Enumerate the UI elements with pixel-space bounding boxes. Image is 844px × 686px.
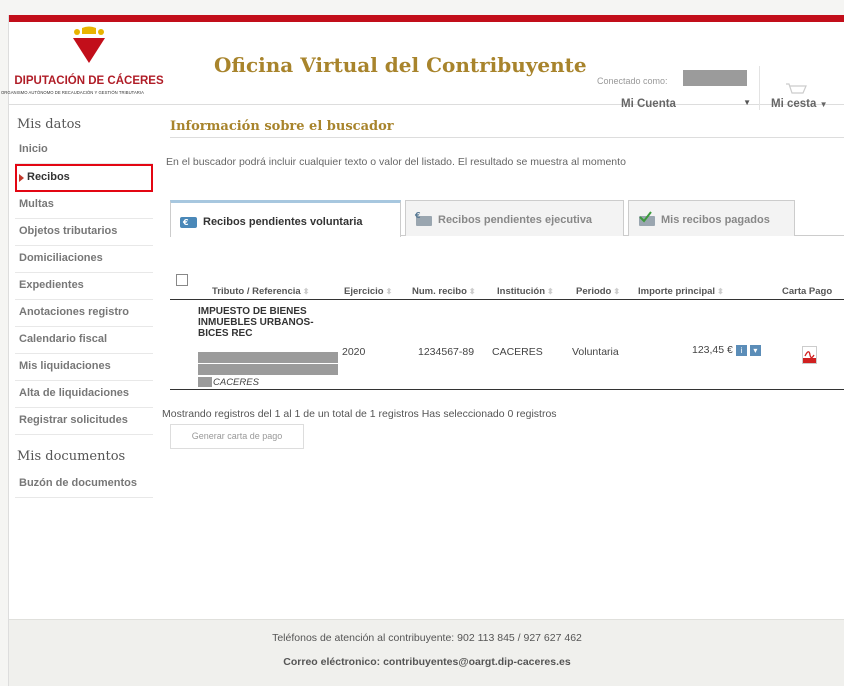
footer-email: Correo eléctronico: contribuyentes@oargt… bbox=[283, 656, 571, 668]
header: DIPUTACIÓN DE CÁCERES ORGANISMO AUTÓNOMO… bbox=[1, 22, 844, 110]
row-importe: 123,45 € i ▾ bbox=[692, 344, 761, 356]
site-title: Oficina Virtual del Contribuyente bbox=[214, 53, 587, 77]
table-row[interactable]: IMPUESTO DE BIENES INMUEBLES URBANOS-BIC… bbox=[170, 300, 844, 390]
tab-label: Recibos pendientes ejecutiva bbox=[438, 214, 593, 226]
receipts-icon: € bbox=[180, 217, 197, 228]
tab-pendientes-ejecutiva[interactable]: € Recibos pendientes ejecutiva bbox=[405, 200, 624, 236]
tab-recibos-pagados[interactable]: Mis recibos pagados bbox=[628, 200, 795, 236]
sidebar-item-recibos[interactable]: Recibos bbox=[15, 164, 153, 192]
column-carta-pago: Carta Pago bbox=[782, 286, 833, 297]
footer: Teléfonos de atención al contribuyente: … bbox=[9, 619, 844, 686]
sidebar-item-anotaciones-registro[interactable]: Anotaciones registro bbox=[15, 300, 153, 327]
sort-icon: ⬍ bbox=[717, 287, 724, 296]
org-name: DIPUTACIÓN DE CÁCERES bbox=[14, 75, 164, 87]
chevron-down-icon: ▼ bbox=[743, 98, 751, 107]
table-header: Tributo / Referencia ⬍ Ejercicio ⬍ Num. re… bbox=[170, 270, 844, 300]
sidebar-item-expedientes[interactable]: Expedientes bbox=[15, 273, 153, 300]
cart-icon[interactable] bbox=[785, 83, 807, 97]
redacted-reference bbox=[198, 377, 212, 387]
row-num-recibo: 1234567-89 bbox=[418, 346, 475, 358]
select-all-checkbox[interactable] bbox=[176, 274, 188, 286]
sidebar-item-buzon-documentos[interactable]: Buzón de documentos bbox=[15, 471, 153, 498]
sort-icon: ⬍ bbox=[547, 287, 554, 296]
chevron-down-icon: ▼ bbox=[819, 100, 828, 109]
header-divider bbox=[759, 66, 760, 110]
redacted-reference bbox=[198, 364, 338, 375]
column-periodo[interactable]: Periodo ⬍ bbox=[576, 286, 620, 297]
cart-label: Mi cesta bbox=[771, 98, 817, 110]
svg-text:€: € bbox=[414, 211, 421, 220]
sidebar: Mis datos Inicio Recibos Multas Objetos … bbox=[15, 115, 153, 498]
tab-label: Mis recibos pagados bbox=[661, 214, 770, 226]
generate-letter-button[interactable]: Generar carta de pago bbox=[170, 424, 304, 449]
receipts-icon: € bbox=[414, 211, 432, 226]
column-importe[interactable]: Importe principal ⬍ bbox=[638, 286, 724, 297]
sidebar-heading-mis-documentos: Mis documentos bbox=[17, 449, 126, 464]
sidebar-item-domiciliaciones[interactable]: Domiciliaciones bbox=[15, 246, 153, 273]
pdf-icon[interactable] bbox=[802, 346, 817, 364]
svg-text:€: € bbox=[182, 218, 189, 227]
detail-icon[interactable]: ▾ bbox=[749, 344, 761, 356]
footer-phones: Teléfonos de atención al contribuyente: … bbox=[272, 632, 582, 644]
column-institucion[interactable]: Institución ⬍ bbox=[497, 286, 554, 297]
info-title: Información sobre el buscador bbox=[170, 119, 394, 134]
sidebar-item-registrar-solicitudes[interactable]: Registrar solicitudes bbox=[15, 408, 153, 435]
redacted-username bbox=[683, 70, 747, 86]
cart-menu[interactable]: Mi cesta ▼ bbox=[771, 98, 828, 110]
sidebar-item-mis-liquidaciones[interactable]: Mis liquidaciones bbox=[15, 354, 153, 381]
top-red-bar bbox=[9, 15, 844, 22]
sort-icon: ⬍ bbox=[302, 287, 310, 296]
tab-label: Recibos pendientes voluntaria bbox=[203, 216, 363, 228]
sidebar-item-alta-liquidaciones[interactable]: Alta de liquidaciones bbox=[15, 381, 153, 408]
paid-receipts-icon bbox=[639, 211, 655, 226]
row-ejercicio: 2020 bbox=[342, 346, 366, 358]
diputacion-logo-icon bbox=[73, 26, 105, 63]
records-info: Mostrando registros del 1 al 1 de un tot… bbox=[162, 408, 557, 420]
sidebar-item-inicio[interactable]: Inicio bbox=[15, 137, 153, 164]
account-menu[interactable]: Mi Cuenta ▼ bbox=[621, 98, 751, 110]
row-tributo: IMPUESTO DE BIENES INMUEBLES URBANOS-BIC… bbox=[198, 306, 314, 339]
importe-value: 123,45 € bbox=[692, 344, 733, 356]
row-institucion: CACERES bbox=[492, 346, 543, 358]
org-subtitle: ORGANISMO AUTÓNOMO DE RECAUDACIÓN Y GEST… bbox=[1, 90, 144, 95]
tab-pendientes-voluntaria[interactable]: € Recibos pendientes voluntaria bbox=[170, 200, 401, 237]
column-num-recibo[interactable]: Num. recibo ⬍ bbox=[412, 286, 476, 297]
sidebar-heading-mis-datos: Mis datos bbox=[17, 117, 82, 132]
receipt-tabs: € Recibos pendientes voluntaria € Recibo… bbox=[170, 200, 844, 237]
row-periodo: Voluntaria bbox=[572, 346, 619, 358]
info-icon[interactable]: i bbox=[735, 344, 747, 356]
account-label: Mi Cuenta bbox=[621, 98, 676, 110]
redacted-reference bbox=[198, 352, 338, 363]
sort-icon: ⬍ bbox=[385, 287, 393, 296]
row-city: CACERES bbox=[213, 377, 259, 388]
info-text: En el buscador podrá incluir cualquier t… bbox=[166, 156, 626, 168]
sidebar-item-multas[interactable]: Multas bbox=[15, 192, 153, 219]
sort-icon: ⬍ bbox=[468, 287, 476, 296]
page: DIPUTACIÓN DE CÁCERES ORGANISMO AUTÓNOMO… bbox=[1, 15, 844, 686]
column-ejercicio[interactable]: Ejercicio ⬍ bbox=[344, 286, 392, 297]
sidebar-item-calendario-fiscal[interactable]: Calendario fiscal bbox=[15, 327, 153, 354]
column-tributo[interactable]: Tributo / Referencia ⬍ bbox=[212, 286, 309, 297]
sidebar-item-objetos-tributarios[interactable]: Objetos tributarios bbox=[15, 219, 153, 246]
title-divider bbox=[170, 137, 844, 138]
connected-label: Conectado como: bbox=[597, 76, 668, 86]
sort-icon: ⬍ bbox=[613, 287, 621, 296]
